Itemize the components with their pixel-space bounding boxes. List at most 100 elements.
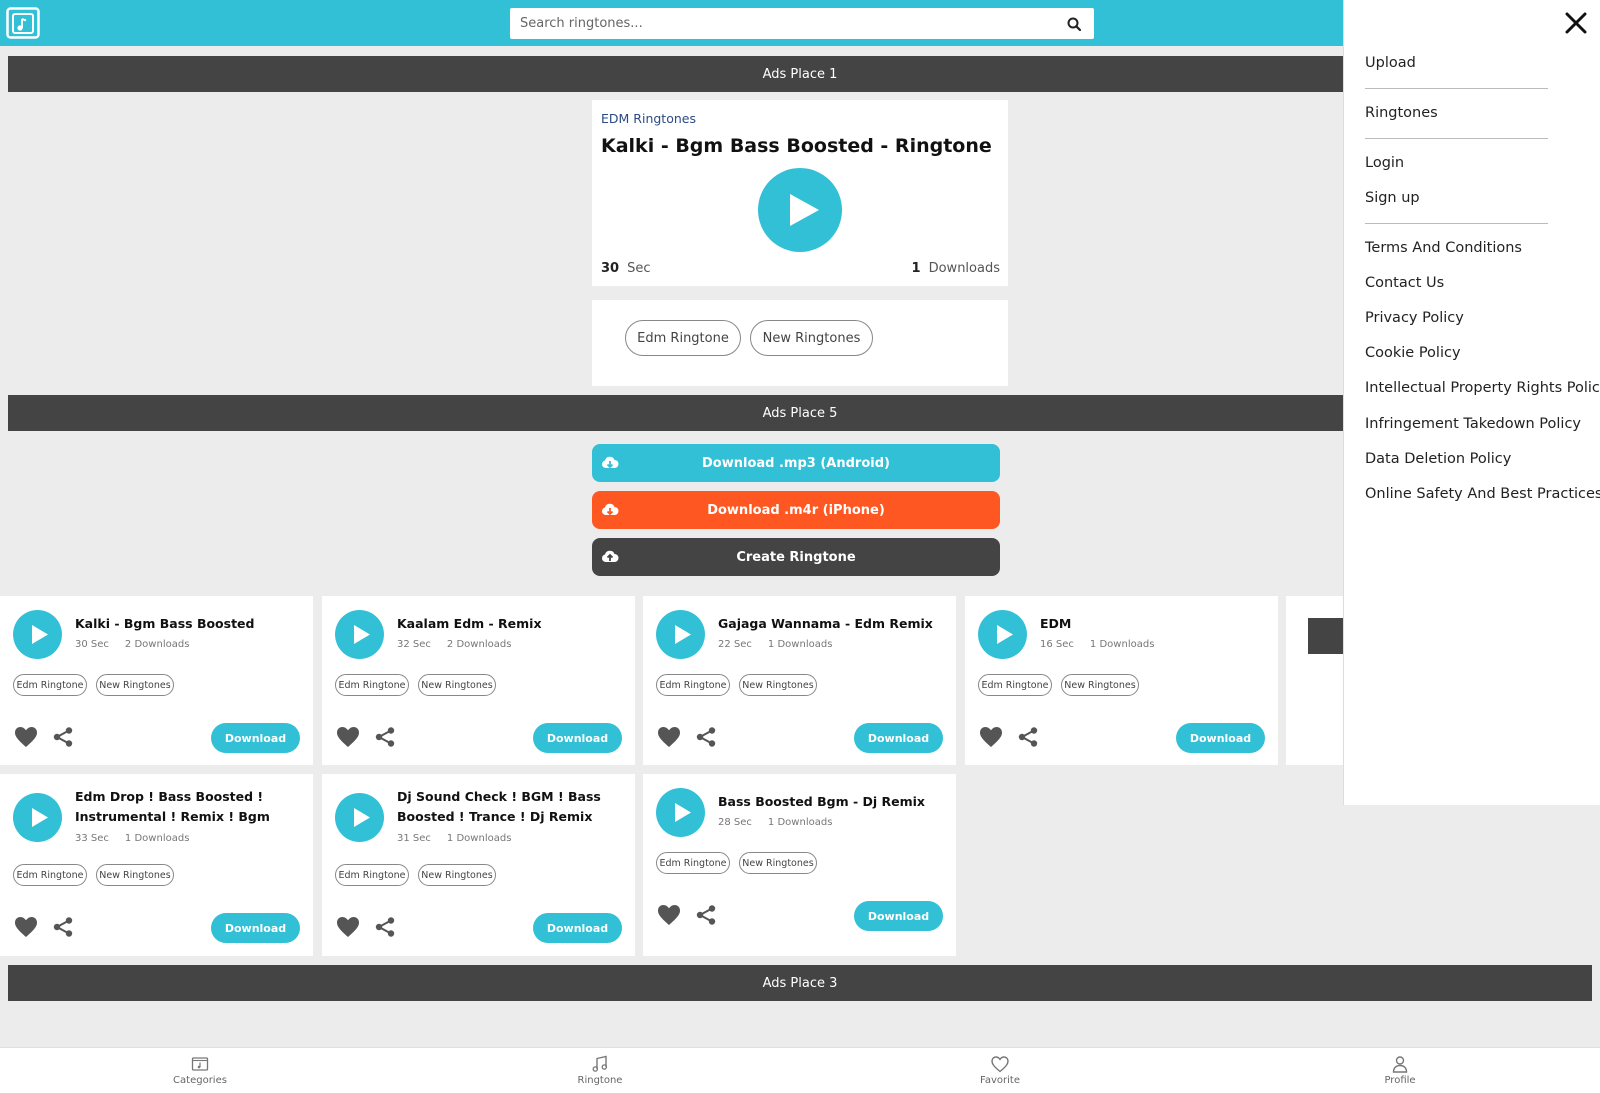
heart-icon[interactable]: [657, 726, 681, 748]
play-icon: [32, 625, 48, 644]
tag-edm-ringtone[interactable]: Edm Ringtone: [335, 864, 409, 886]
download-button[interactable]: Download: [533, 723, 622, 753]
menu-takedown[interactable]: Infringement Takedown Policy: [1365, 416, 1581, 432]
folder-music-icon: [190, 1055, 210, 1073]
ringtone-title[interactable]: Bass Boosted Bgm - Dj Remix: [718, 792, 948, 812]
ad-banner-3: Ads Place 3: [8, 965, 1592, 1001]
menu-terms[interactable]: Terms And Conditions: [1365, 240, 1522, 256]
ringtone-title[interactable]: Kalki - Bgm Bass Boosted: [75, 614, 305, 634]
music-note-icon: [590, 1055, 610, 1073]
menu-upload[interactable]: Upload: [1365, 55, 1416, 71]
play-button[interactable]: [335, 610, 384, 659]
tag-new-ringtones[interactable]: New Ringtones: [750, 320, 873, 356]
share-icon[interactable]: [52, 726, 74, 748]
ringtone-meta: 32 Sec 2 Downloads: [397, 639, 512, 650]
heart-icon[interactable]: [14, 726, 38, 748]
play-button[interactable]: [13, 793, 62, 842]
download-button[interactable]: Download: [533, 913, 622, 943]
tag-edm-ringtone[interactable]: Edm Ringtone: [13, 864, 87, 886]
menu-ringtones[interactable]: Ringtones: [1365, 105, 1438, 121]
share-icon[interactable]: [52, 916, 74, 938]
ad-label: Ads Place 5: [762, 405, 838, 421]
play-button[interactable]: [656, 610, 705, 659]
nav-profile[interactable]: Profile: [1340, 1048, 1460, 1093]
tag-new-ringtones[interactable]: New Ringtones: [96, 864, 174, 886]
tag-edm-ringtone[interactable]: Edm Ringtone: [13, 674, 87, 696]
ad-label: Ads Place 3: [762, 975, 838, 991]
menu-data-deletion[interactable]: Data Deletion Policy: [1365, 451, 1511, 467]
share-icon[interactable]: [695, 726, 717, 748]
play-button[interactable]: [335, 793, 384, 842]
play-button[interactable]: [656, 788, 705, 837]
menu-contact[interactable]: Contact Us: [1365, 275, 1444, 291]
download-button[interactable]: Download: [854, 723, 943, 753]
download-mp3-button[interactable]: Download .mp3 (Android): [592, 444, 1000, 482]
nav-categories[interactable]: Categories: [140, 1048, 260, 1093]
cloud-upload-icon: [601, 549, 619, 565]
share-icon[interactable]: [695, 904, 717, 926]
heart-icon[interactable]: [14, 916, 38, 938]
tag-new-ringtones[interactable]: New Ringtones: [418, 864, 496, 886]
tag-edm-ringtone[interactable]: Edm Ringtone: [625, 320, 741, 356]
search-icon[interactable]: [1066, 16, 1082, 32]
tag-new-ringtones[interactable]: New Ringtones: [418, 674, 496, 696]
close-icon[interactable]: [1564, 11, 1588, 35]
ringtone-title[interactable]: Kaalam Edm - Remix: [397, 614, 627, 634]
heart-icon[interactable]: [657, 904, 681, 926]
nav-ringtone[interactable]: Ringtone: [540, 1048, 660, 1093]
tag-edm-ringtone[interactable]: Edm Ringtone: [656, 674, 730, 696]
tag-edm-ringtone[interactable]: Edm Ringtone: [335, 674, 409, 696]
side-drawer: Upload Ringtones Login Sign up Terms And…: [1343, 0, 1600, 805]
ringtone-title[interactable]: EDM: [1040, 614, 1270, 634]
play-button[interactable]: [13, 610, 62, 659]
ringtone-meta: 16 Sec 1 Downloads: [1040, 639, 1155, 650]
share-icon[interactable]: [374, 916, 396, 938]
download-button[interactable]: Download: [1176, 723, 1265, 753]
play-icon: [354, 625, 370, 644]
play-icon: [675, 625, 691, 644]
create-ringtone-label: Create Ringtone: [736, 549, 856, 565]
download-m4r-button[interactable]: Download .m4r (iPhone): [592, 491, 1000, 529]
nav-favorite[interactable]: Favorite: [940, 1048, 1060, 1093]
menu-sign-up[interactable]: Sign up: [1365, 190, 1420, 206]
download-button[interactable]: Download: [211, 913, 300, 943]
ringtone-title[interactable]: Edm Drop ! Bass Boosted ! Instrumental !…: [75, 787, 305, 827]
download-button[interactable]: Download: [854, 901, 943, 931]
menu-online-safety[interactable]: Online Safety And Best Practices: [1365, 486, 1600, 502]
ringtone-card-3: Gajaga Wannama - Edm Remix 22 Sec 1 Downl…: [643, 596, 956, 765]
menu-ip-rights[interactable]: Intellectual Property Rights Policy: [1365, 380, 1600, 396]
tag-new-ringtones[interactable]: New Ringtones: [739, 852, 817, 874]
tag-new-ringtones[interactable]: New Ringtones: [739, 674, 817, 696]
ringtone-meta: 31 Sec 1 Downloads: [397, 833, 512, 844]
menu-privacy[interactable]: Privacy Policy: [1365, 310, 1464, 326]
ad-label: Ads Place 1: [762, 66, 838, 82]
play-button[interactable]: [758, 168, 842, 252]
ringtone-card-5: Edm Drop ! Bass Boosted ! Instrumental !…: [0, 774, 313, 956]
download-button[interactable]: Download: [211, 723, 300, 753]
ringtone-card-7: Bass Boosted Bgm - Dj Remix 28 Sec 1 Down…: [643, 774, 956, 956]
share-icon[interactable]: [374, 726, 396, 748]
logo-icon[interactable]: [6, 7, 40, 39]
menu-cookie[interactable]: Cookie Policy: [1365, 345, 1461, 361]
tag-new-ringtones[interactable]: New Ringtones: [1061, 674, 1139, 696]
ringtone-title[interactable]: Dj Sound Check ! BGM ! Bass Boosted ! Tr…: [397, 787, 627, 827]
cloud-download-icon: [601, 502, 619, 518]
create-ringtone-button[interactable]: Create Ringtone: [592, 538, 1000, 576]
tags-card: Edm Ringtone New Ringtones: [592, 300, 1008, 386]
ringtone-title[interactable]: Gajaga Wannama - Edm Remix: [718, 614, 948, 634]
tag-edm-ringtone[interactable]: Edm Ringtone: [656, 852, 730, 874]
play-icon: [354, 808, 370, 827]
tag-edm-ringtone[interactable]: Edm Ringtone: [978, 674, 1052, 696]
menu-login[interactable]: Login: [1365, 155, 1404, 171]
heart-icon[interactable]: [336, 726, 360, 748]
ringtone-card-6: Dj Sound Check ! BGM ! Bass Boosted ! Tr…: [322, 774, 635, 956]
category-link[interactable]: EDM Ringtones: [601, 111, 696, 126]
cloud-download-icon: [601, 455, 619, 471]
heart-icon[interactable]: [336, 916, 360, 938]
play-button[interactable]: [978, 610, 1027, 659]
tag-new-ringtones[interactable]: New Ringtones: [96, 674, 174, 696]
share-icon[interactable]: [1017, 726, 1039, 748]
heart-icon[interactable]: [979, 726, 1003, 748]
partial-content: [1308, 618, 1346, 654]
search-input[interactable]: [510, 8, 1050, 39]
